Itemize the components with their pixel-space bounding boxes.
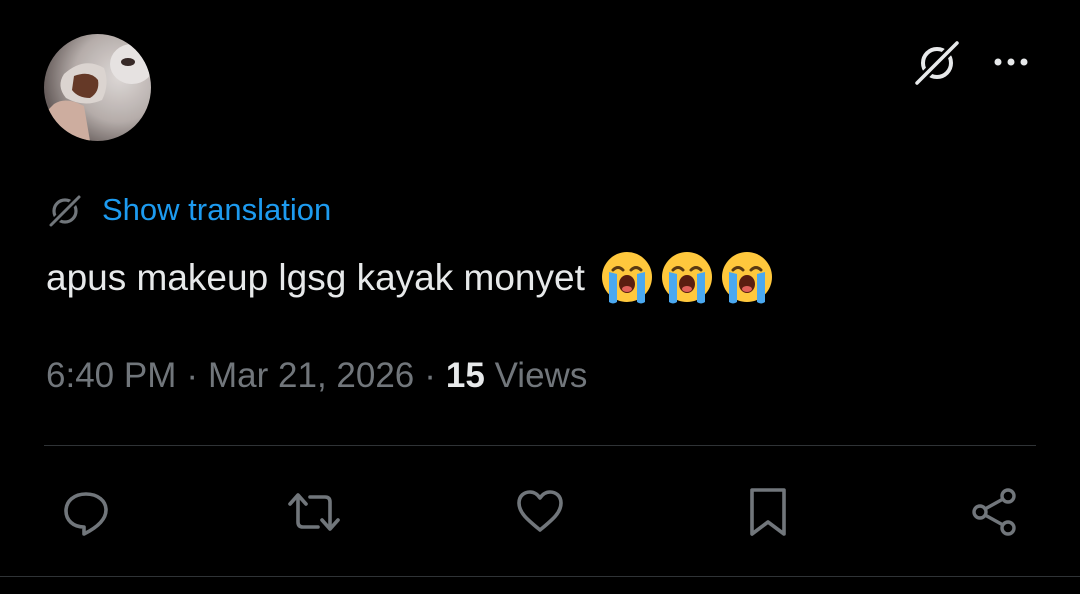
like-icon [517, 490, 563, 532]
more-dots-icon[interactable] [990, 50, 1034, 74]
bottom-divider [0, 576, 1080, 577]
loudly-crying-face-emoji [721, 252, 772, 304]
tweet-meta: 6:40 PM · Mar 21, 2026 · 15 Views [46, 354, 587, 398]
reply-icon [64, 492, 108, 536]
tweet-text: apus makeup lgsg kayak monyet [46, 250, 775, 306]
grok-icon [47, 193, 83, 229]
share-icon [972, 488, 1016, 536]
divider [44, 445, 1036, 446]
reply-button[interactable] [60, 486, 112, 538]
retweet-button[interactable] [288, 486, 340, 538]
retweet-icon [288, 493, 340, 531]
tweet-date[interactable]: Mar 21, 2026 [208, 356, 414, 395]
bookmark-icon [750, 488, 786, 536]
grok-icon[interactable] [912, 36, 964, 88]
loudly-crying-face-emoji [601, 252, 652, 304]
avatar-image [44, 34, 151, 141]
views-count: 15 [445, 356, 485, 395]
share-button[interactable] [968, 486, 1020, 538]
bookmark-button[interactable] [742, 486, 794, 538]
show-translation-label: Show translation [102, 192, 332, 227]
show-translation-link[interactable]: Show translation [46, 190, 331, 230]
meta-separator: · [186, 356, 199, 395]
views-label: Views [494, 356, 588, 395]
tweet-time[interactable]: 6:40 PM [46, 356, 176, 395]
loudly-crying-face-emoji [661, 252, 712, 304]
avatar[interactable] [44, 34, 151, 141]
tweet-body: apus makeup lgsg kayak monyet [46, 257, 585, 298]
like-button[interactable] [514, 486, 566, 538]
meta-separator: · [424, 356, 436, 395]
